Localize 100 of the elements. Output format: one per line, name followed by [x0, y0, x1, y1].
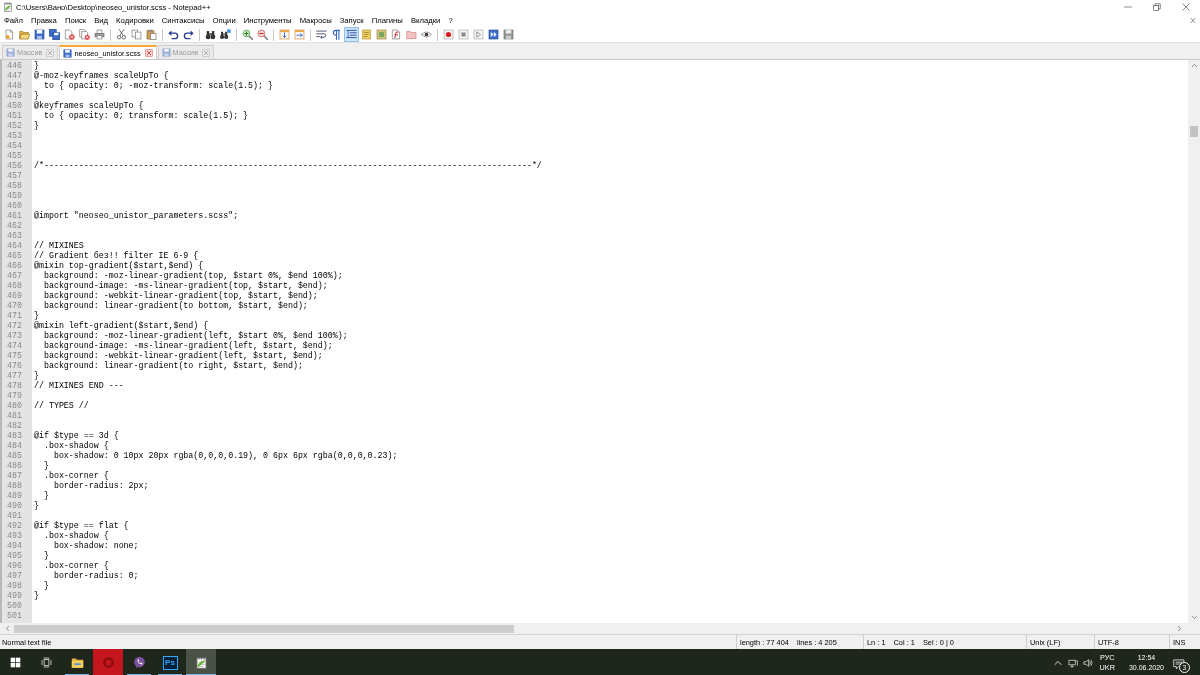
line-number: 474: [7, 341, 22, 350]
play-icon: [473, 29, 484, 40]
line-number: 450: [7, 101, 22, 110]
line-number: 501: [7, 611, 22, 620]
toolbar-button[interactable]: [218, 27, 233, 42]
line-number: 461: [7, 211, 22, 220]
line-number: 496: [7, 561, 22, 570]
start-icon[interactable]: [10, 657, 21, 668]
pilcrow-icon: [331, 29, 342, 40]
notification-icon[interactable]: [1173, 657, 1185, 670]
caret-right-icon[interactable]: [1176, 625, 1183, 632]
code-line: @import "neoseo_unistor_parameters.scss";: [34, 211, 239, 220]
save-icon: [6, 48, 15, 57]
code-line: .box-corner {: [42, 561, 109, 570]
code-line: background: -moz-linear-gradient(left, $start 0%, $end 100%);: [42, 331, 348, 340]
binoculars-icon: [205, 29, 216, 40]
line-number: 475: [7, 351, 22, 360]
caret-down-icon[interactable]: [1190, 614, 1198, 621]
folder-icon: [406, 29, 417, 40]
eye-icon: [421, 29, 432, 40]
new-file-icon: [4, 29, 15, 40]
save-icon: [34, 29, 45, 40]
line-number: 463: [7, 231, 22, 240]
code-line: }: [42, 461, 49, 470]
line-number: 453: [7, 131, 22, 140]
code-line: }: [34, 371, 39, 380]
code-line: background: -webkit-linear-gradient(top, $start, $end);: [42, 291, 318, 300]
line-number: 477: [7, 371, 22, 380]
word-wrap-icon: [316, 29, 327, 40]
scrollbar-thumb[interactable]: [14, 624, 514, 633]
save-icon: [161, 48, 171, 57]
line-number: 472: [7, 321, 22, 330]
line-number: 457: [7, 171, 22, 180]
save-macro-icon: [503, 29, 514, 40]
line-number: 465: [7, 251, 22, 260]
line-number: 495: [7, 551, 22, 560]
fast-forward-icon: [488, 29, 499, 40]
code-line: border-radius: 0;: [52, 571, 139, 580]
line-number: 482: [7, 421, 22, 430]
line-number: 500: [7, 601, 22, 610]
code-line: background-image: -ms-linear-gradient(top, $start, $end);: [42, 281, 328, 290]
toolbar-button[interactable]: [486, 27, 501, 42]
code-line: @mixin left-gradient($start,$end) {: [34, 321, 209, 330]
code-line: }: [34, 311, 39, 320]
line-number: 459: [7, 191, 22, 200]
toolbar-button[interactable]: [32, 27, 47, 42]
notebook-icon: [361, 29, 372, 40]
function-list-icon: [391, 29, 402, 40]
code-line: }: [42, 551, 49, 560]
redo-icon: [183, 29, 194, 40]
line-number: 449: [7, 91, 22, 100]
line-number: 480: [7, 401, 22, 410]
line-number: 479: [7, 391, 22, 400]
toolbar-button[interactable]: [47, 27, 62, 42]
task-view-icon[interactable]: [41, 657, 52, 668]
zoom-out-icon: [257, 29, 268, 40]
line-number: 497: [7, 571, 22, 580]
line-number: 452: [7, 121, 22, 130]
line-number: 451: [7, 111, 22, 120]
close-icon[interactable]: [1181, 3, 1190, 11]
line-number: 464: [7, 241, 22, 250]
close-icon[interactable]: [1190, 17, 1196, 24]
caret-left-icon[interactable]: [4, 625, 11, 632]
network-icon[interactable]: [1067, 657, 1078, 668]
cut-icon: [116, 29, 127, 40]
line-number: 466: [7, 261, 22, 270]
line-number: 493: [7, 531, 22, 540]
document-map-icon: [376, 29, 387, 40]
line-number: 470: [7, 301, 22, 310]
taskbar-button[interactable]: [186, 649, 216, 675]
code-line: }: [34, 501, 39, 510]
code-line: background: -moz-linear-gradient(top, $start 0%, $end 100%);: [42, 271, 343, 280]
horizontal-scrollbar[interactable]: [0, 623, 1200, 634]
replace-icon: [220, 29, 231, 40]
line-number: 489: [7, 491, 22, 500]
line-number: 473: [7, 331, 22, 340]
code-line: background-image: -ms-linear-gradient(left, $start, $end);: [42, 341, 333, 350]
vertical-scrollbar[interactable]: [1188, 60, 1200, 623]
restore-icon[interactable]: [1152, 3, 1161, 11]
line-number: 455: [7, 151, 22, 160]
line-number: 447: [7, 71, 22, 80]
paste-icon: [146, 29, 157, 40]
code-line: }: [42, 581, 49, 590]
line-number: 490: [7, 501, 22, 510]
code-line: background: -webkit-linear-gradient(left, $start, $end);: [42, 351, 323, 360]
line-number: 460: [7, 201, 22, 210]
notepad-icon: [194, 656, 208, 669]
close-all-icon: [79, 29, 90, 40]
line-number: 448: [7, 81, 22, 90]
code-line: }: [34, 61, 39, 70]
caret-up-icon[interactable]: [1190, 62, 1198, 69]
line-number: 491: [7, 511, 22, 520]
code-line: @keyframes scaleUpTo {: [34, 101, 144, 110]
code-line: }: [34, 121, 39, 130]
line-number: 487: [7, 471, 22, 480]
close-icon[interactable]: [144, 49, 153, 57]
line-number: 488: [7, 481, 22, 490]
code-line: @-moz-keyframes scaleUpTo {: [34, 71, 169, 80]
scrollbar-thumb[interactable]: [1190, 126, 1198, 137]
speaker-icon[interactable]: [1082, 657, 1093, 668]
